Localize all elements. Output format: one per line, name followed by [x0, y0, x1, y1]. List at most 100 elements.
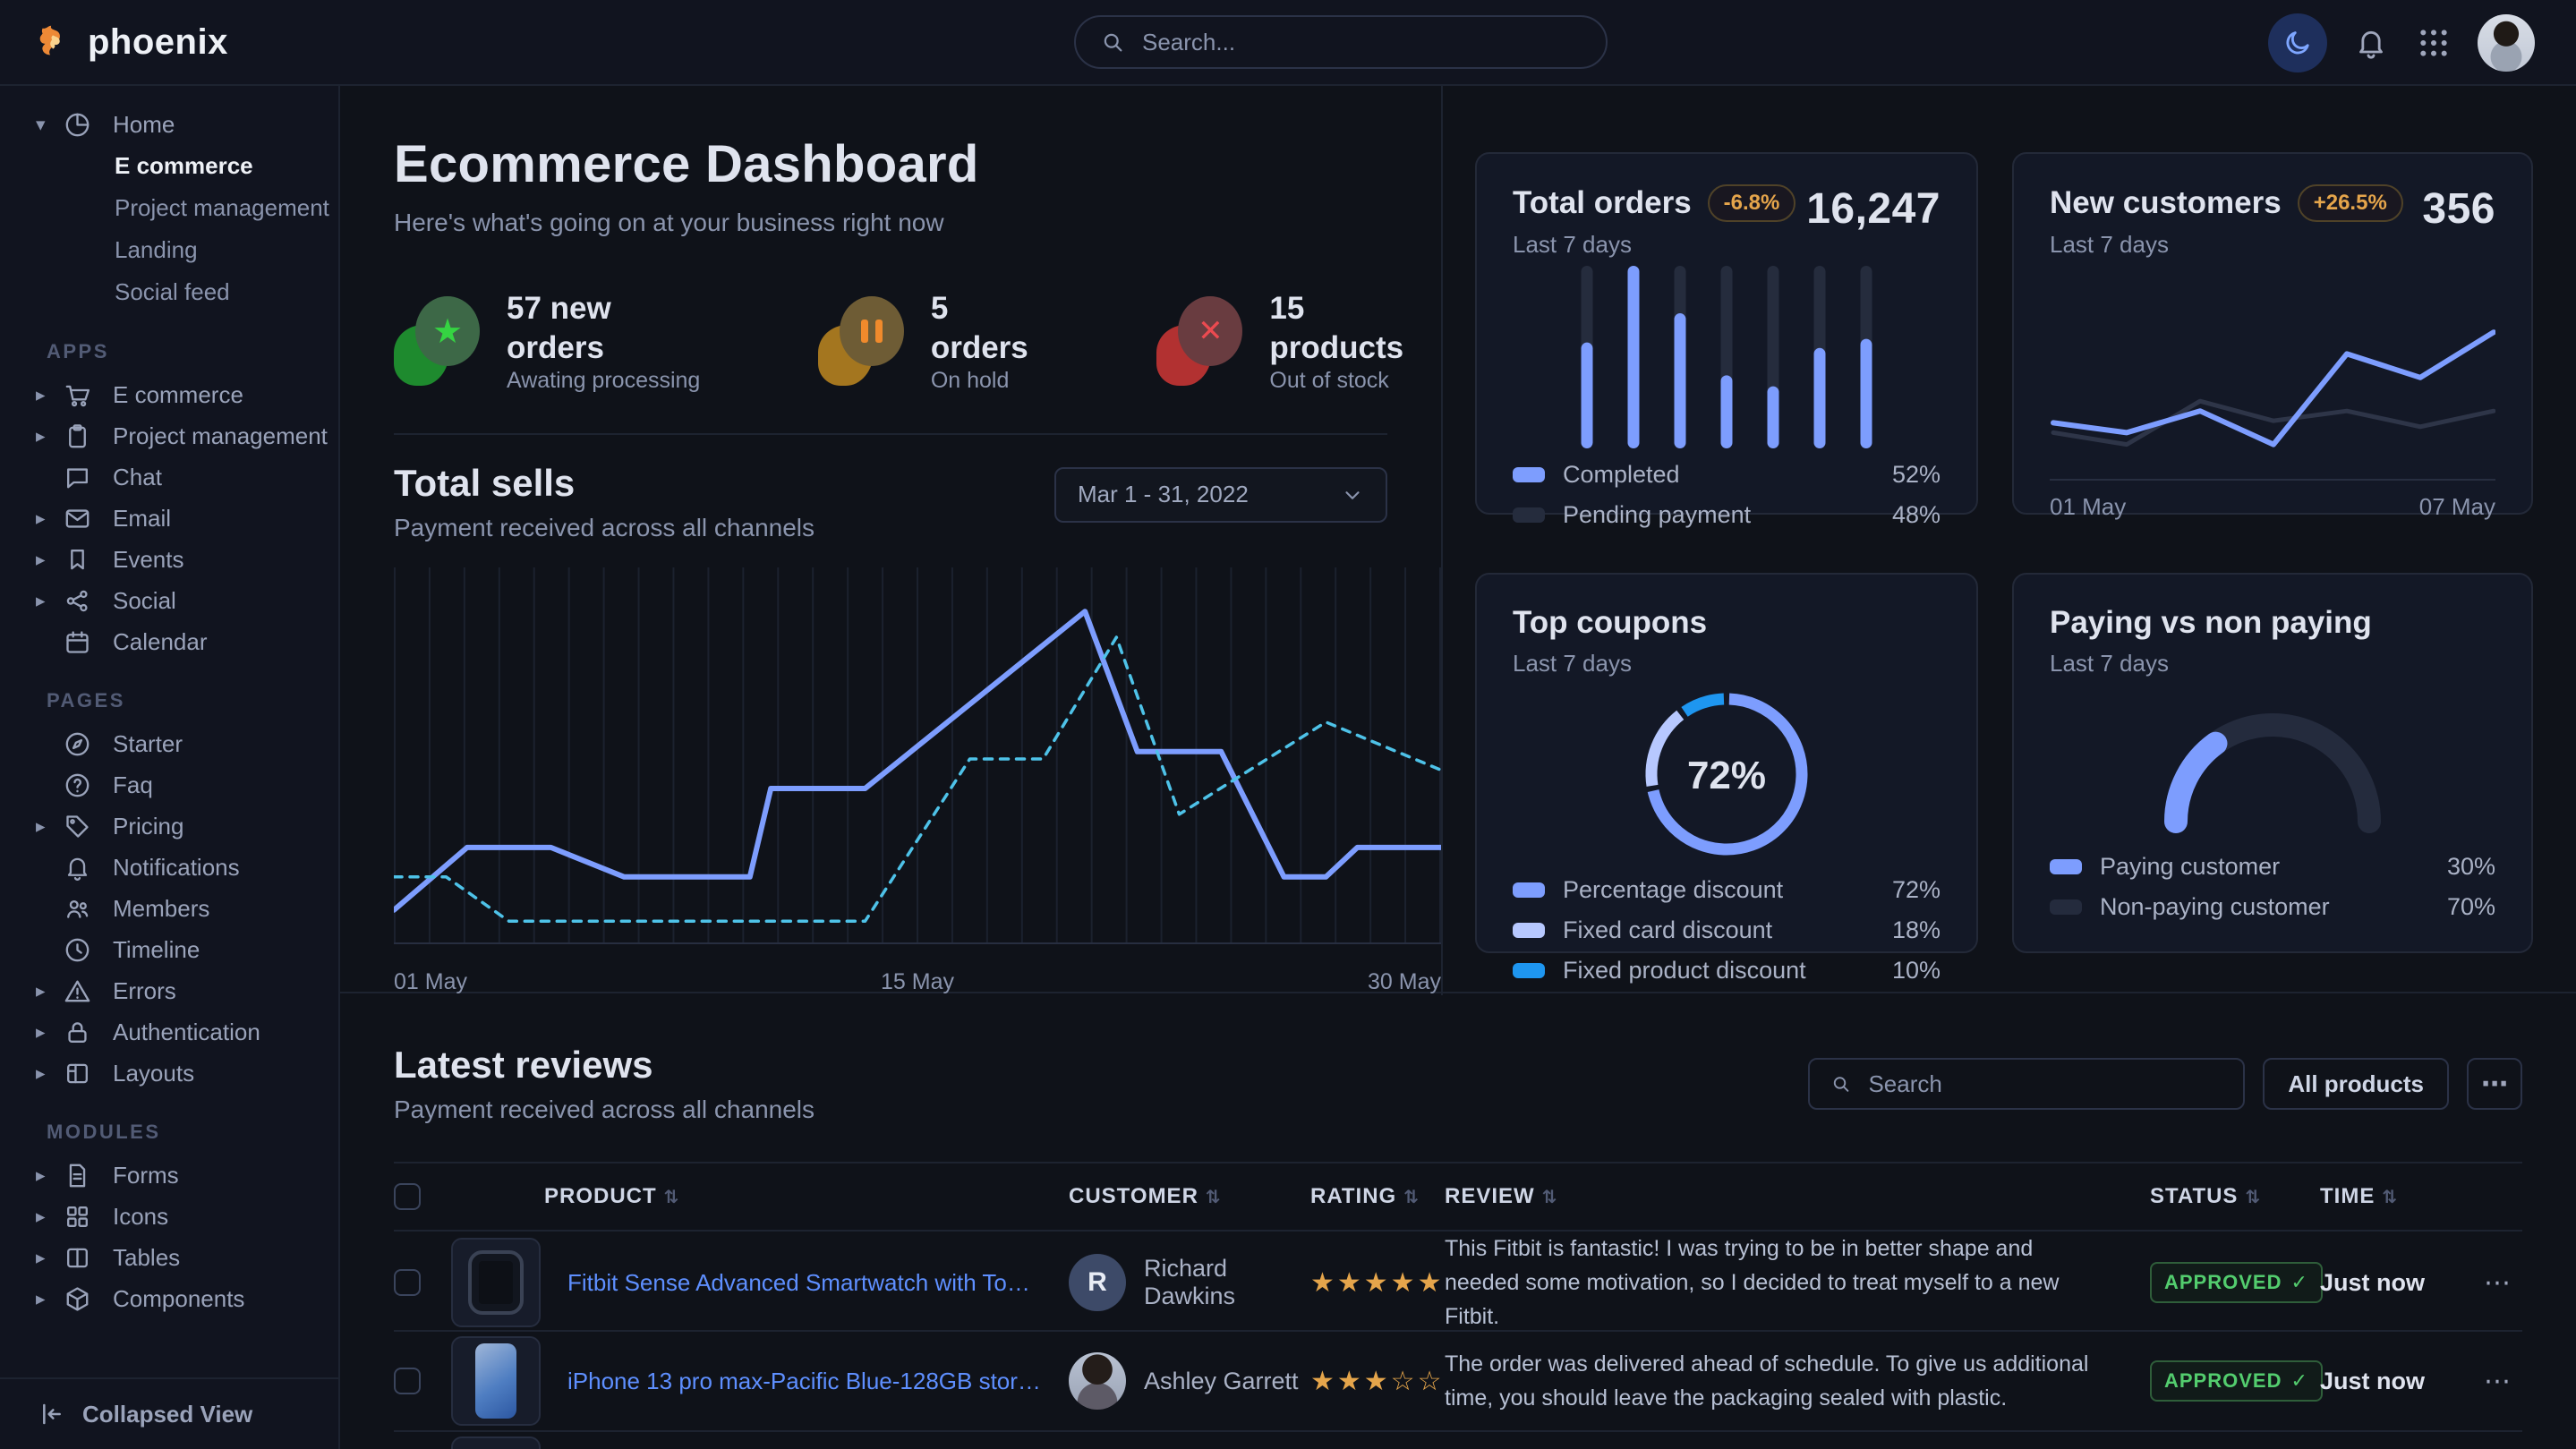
card-period: Last 7 days	[1513, 231, 1796, 259]
sidebar-item-home[interactable]: ▾Home	[0, 104, 329, 145]
product-link[interactable]: Fitbit Sense Advanced Smartwatch with To…	[567, 1269, 1069, 1297]
sort-icon: ⇅	[664, 1186, 680, 1208]
sidebar-item-social[interactable]: ▸Social	[0, 580, 329, 621]
notifications-button[interactable]	[2352, 24, 2390, 62]
legend-label: Fixed card discount	[1563, 916, 1772, 944]
collapse-view-button[interactable]: Collapsed View	[0, 1377, 338, 1449]
customer-name: Ashley Garrett	[1144, 1368, 1299, 1395]
legend-value: 70%	[2447, 893, 2495, 921]
sidebar-item-errors[interactable]: ▸Errors	[0, 970, 329, 1011]
box-icon	[61, 1283, 93, 1315]
rating-stars: ★★★★★	[1310, 1267, 1445, 1299]
sidebar-item-timeline[interactable]: Timeline	[0, 929, 329, 970]
x-axis-label: 01 May	[394, 969, 467, 995]
search-input[interactable]	[1140, 28, 1582, 57]
apps-menu-button[interactable]	[2415, 24, 2452, 62]
sidebar-item-label: Layouts	[113, 1060, 194, 1087]
column-header-status[interactable]: STATUS⇅	[2150, 1184, 2320, 1209]
all-products-button[interactable]: All products	[2263, 1058, 2449, 1110]
page-subtitle: Here's what's going on at your business …	[394, 209, 1441, 237]
users-icon	[61, 892, 93, 925]
select-all-checkbox[interactable]	[394, 1183, 421, 1210]
reviews-menu-button[interactable]: ⋯	[2467, 1058, 2522, 1110]
customer-cell: RRichard Dawkins	[1069, 1254, 1310, 1311]
legend-label: Non-paying customer	[2100, 893, 2330, 921]
sidebar-item-notifications[interactable]: Notifications	[0, 847, 329, 888]
sidebar-section-label-pages: PAGES	[0, 662, 329, 723]
reviews-search-input[interactable]	[1866, 1070, 2223, 1099]
stat-value: 57 new orders	[507, 289, 711, 368]
columns-icon	[63, 1243, 92, 1273]
bell-icon	[63, 853, 92, 882]
brand-logo[interactable]: phoenix	[0, 21, 228, 63]
sidebar-item-label: Forms	[113, 1162, 179, 1189]
global-search[interactable]	[1074, 15, 1608, 69]
sidebar-item-landing[interactable]: Landing	[0, 229, 329, 271]
reviews-search[interactable]	[1808, 1058, 2245, 1110]
clipboard-icon	[63, 422, 92, 451]
pause-bar	[861, 320, 868, 343]
sidebar-item-tables[interactable]: ▸Tables	[0, 1237, 329, 1278]
mail-icon	[63, 504, 92, 533]
sidebar-item-e-commerce[interactable]: ▸E commerce	[0, 374, 329, 415]
sidebar-item-project-management[interactable]: Project management	[0, 187, 329, 229]
sidebar-item-starter[interactable]: Starter	[0, 723, 329, 764]
sidebar-item-layouts[interactable]: ▸Layouts	[0, 1053, 329, 1094]
card-title: New customers	[2050, 185, 2282, 221]
legend-value: 72%	[1892, 876, 1941, 904]
row-checkbox[interactable]	[394, 1269, 421, 1296]
reviews-subtitle: Payment received across all channels	[394, 1095, 815, 1124]
status-badge: APPROVED✓	[2150, 1262, 2323, 1303]
column-header-product[interactable]: PRODUCT⇅	[451, 1184, 1069, 1209]
column-header-review[interactable]: REVIEW⇅	[1445, 1184, 2150, 1209]
theme-toggle-button[interactable]	[2268, 13, 2327, 72]
sidebar-item-members[interactable]: Members	[0, 888, 329, 929]
bell-icon	[61, 851, 93, 883]
sidebar-nav: ▾HomeE commerceProject managementLanding…	[0, 104, 338, 1377]
user-avatar[interactable]	[2478, 14, 2535, 72]
sidebar-item-social-feed[interactable]: Social feed	[0, 271, 329, 313]
users-icon	[63, 894, 92, 924]
row-checkbox[interactable]	[394, 1368, 421, 1394]
share-icon	[63, 586, 92, 616]
lock-icon	[61, 1016, 93, 1048]
sidebar-item-forms[interactable]: ▸Forms	[0, 1155, 329, 1196]
new-customers-card: New customers +26.5% Last 7 days 356 01 …	[2012, 152, 2533, 515]
overview-section: Ecommerce Dashboard Here's what's going …	[340, 86, 2576, 993]
sidebar-item-e-commerce[interactable]: E commerce	[0, 145, 329, 187]
sidebar-item-label: Chat	[113, 464, 162, 491]
table-row[interactable]: Fitbit Sense Advanced Smartwatch with To…	[394, 1232, 2522, 1332]
row-menu-button[interactable]: ⋯	[2472, 1267, 2522, 1299]
sidebar-item-authentication[interactable]: ▸Authentication	[0, 1011, 329, 1053]
date-range-select[interactable]: Mar 1 - 31, 2022	[1054, 467, 1387, 523]
sidebar-item-calendar[interactable]: Calendar	[0, 621, 329, 662]
sidebar-section-label-apps: APPS	[0, 313, 329, 374]
sidebar-item-icons[interactable]: ▸Icons	[0, 1196, 329, 1237]
customer-cell: Ashley Garrett	[1069, 1352, 1310, 1410]
collapse-view-label: Collapsed View	[82, 1401, 252, 1428]
sidebar-item-components[interactable]: ▸Components	[0, 1278, 329, 1319]
sidebar-item-label: Starter	[113, 730, 183, 758]
legend-swatch	[1513, 882, 1545, 898]
app-root: phoenix ▾HomeE commerceProject managemen…	[0, 0, 2576, 1449]
sidebar-item-events[interactable]: ▸Events	[0, 539, 329, 580]
caret-right-icon: ▸	[36, 590, 61, 612]
clock-icon	[61, 933, 93, 966]
table-row[interactable]	[394, 1432, 2522, 1449]
product-link[interactable]: iPhone 13 pro max-Pacific Blue-128GB sto…	[567, 1368, 1069, 1395]
sidebar-item-email[interactable]: ▸Email	[0, 498, 329, 539]
row-menu-button[interactable]: ⋯	[2472, 1366, 2522, 1397]
sidebar-item-chat[interactable]: Chat	[0, 456, 329, 498]
sidebar-item-pricing[interactable]: ▸Pricing	[0, 805, 329, 847]
table-row[interactable]: iPhone 13 pro max-Pacific Blue-128GB sto…	[394, 1332, 2522, 1432]
column-header-rating[interactable]: RATING⇅	[1310, 1184, 1445, 1209]
total-sells-subtitle: Payment received across all channels	[394, 514, 815, 542]
column-header-customer[interactable]: CUSTOMER⇅	[1069, 1184, 1310, 1209]
card-period: Last 7 days	[2050, 231, 2403, 259]
sidebar: ▾HomeE commerceProject managementLanding…	[0, 86, 340, 1449]
sidebar-item-project-management[interactable]: ▸Project management	[0, 415, 329, 456]
caret-right-icon: ▸	[36, 384, 61, 406]
sidebar-item-faq[interactable]: Faq	[0, 764, 329, 805]
sidebar-item-label: Tables	[113, 1244, 180, 1272]
column-header-time[interactable]: TIME⇅	[2320, 1184, 2472, 1209]
